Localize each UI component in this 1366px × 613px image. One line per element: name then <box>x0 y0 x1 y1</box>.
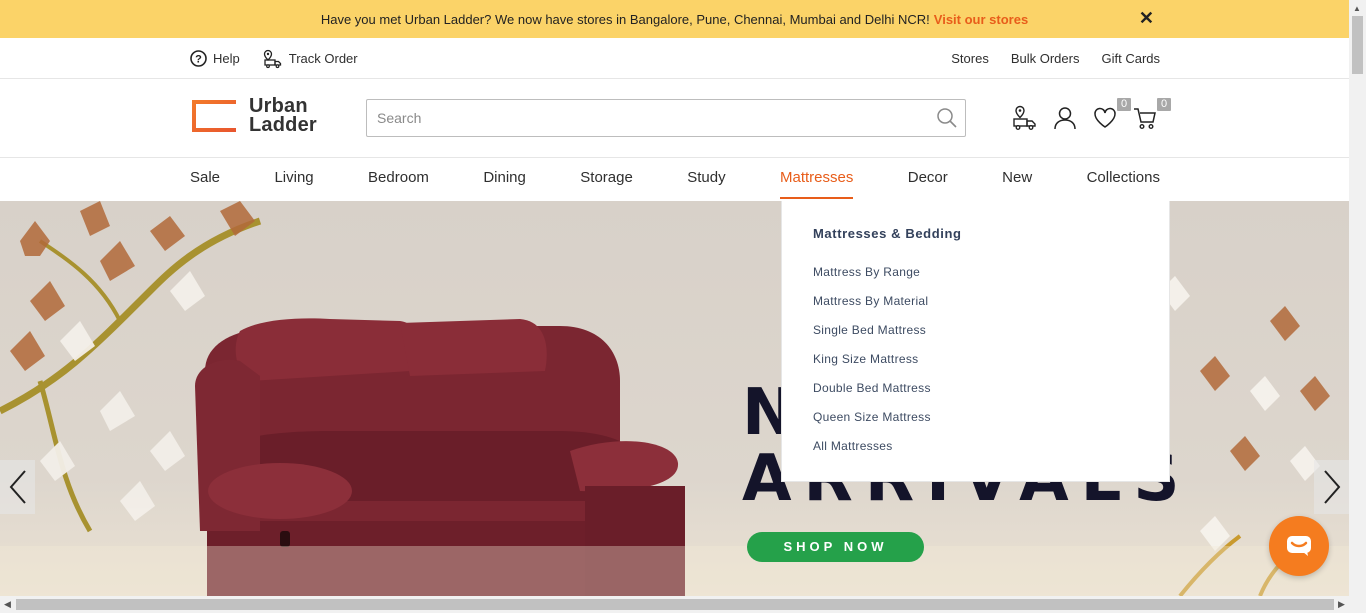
dropdown-item-double-bed-mattress[interactable]: Double Bed Mattress <box>813 380 931 409</box>
dropdown-item-mattress-by-range[interactable]: Mattress By Range <box>813 264 931 293</box>
user-icon <box>1054 107 1076 130</box>
nav-item-bedroom[interactable]: Bedroom <box>368 158 429 201</box>
nav-item-sale[interactable]: Sale <box>190 158 220 201</box>
search-icon[interactable] <box>936 107 958 129</box>
scroll-left-arrow-icon[interactable]: ◀ <box>4 599 11 610</box>
nav-item-mattresses[interactable]: Mattresses <box>779 158 854 201</box>
track-order-icon <box>263 49 281 68</box>
heart-icon <box>1094 107 1116 128</box>
help-label: Help <box>213 50 240 66</box>
search-box <box>366 99 966 137</box>
page: Have you met Urban Ladder? We now have s… <box>0 0 1366 613</box>
header: Urban Ladder 0 0 <box>0 79 1349 158</box>
dropdown-item-single-bed-mattress[interactable]: Single Bed Mattress <box>813 322 931 351</box>
nav-item-new[interactable]: New <box>1002 158 1032 201</box>
carousel-next-button[interactable] <box>1314 460 1349 514</box>
mattresses-dropdown: Mattresses & Bedding Mattress By Range M… <box>781 201 1170 482</box>
chat-icon <box>1287 536 1311 556</box>
logo-icon <box>192 100 236 132</box>
horizontal-scroll-thumb[interactable] <box>16 599 1334 610</box>
carousel-prev-button[interactable] <box>0 460 35 514</box>
delivery-button[interactable] <box>1012 105 1038 131</box>
cart-count-badge: 0 <box>1157 98 1171 111</box>
dropdown-heading[interactable]: Mattresses & Bedding <box>813 226 962 241</box>
nav-item-decor[interactable]: Decor <box>908 158 948 201</box>
cart-button[interactable]: 0 <box>1132 98 1171 131</box>
announcement-bar: Have you met Urban Ladder? We now have s… <box>0 0 1349 38</box>
account-button[interactable] <box>1052 105 1078 131</box>
stores-link[interactable]: Stores <box>951 51 989 66</box>
wishlist-button[interactable]: 0 <box>1092 98 1131 131</box>
brand-line2: Ladder <box>249 114 317 136</box>
chat-button[interactable] <box>1269 516 1329 576</box>
vertical-scroll-thumb[interactable] <box>1352 16 1363 74</box>
dropdown-item-queen-size-mattress[interactable]: Queen Size Mattress <box>813 409 931 438</box>
delivery-truck-icon <box>1013 105 1036 130</box>
announcement-text: Have you met Urban Ladder? We now have s… <box>320 11 930 27</box>
main-nav: Sale Living Bedroom Dining Storage Study… <box>0 158 1349 201</box>
header-icons: 0 0 <box>1012 98 1171 131</box>
brand-logo[interactable]: Urban Ladder <box>190 96 317 136</box>
wishlist-count-badge: 0 <box>1117 98 1131 111</box>
chevron-right-icon <box>1323 470 1340 504</box>
chevron-left-icon <box>9 470 26 504</box>
hero-bottom-band <box>0 546 1349 596</box>
nav-item-storage[interactable]: Storage <box>580 158 633 201</box>
nav-item-living[interactable]: Living <box>274 158 313 201</box>
cart-icon <box>1134 108 1156 130</box>
track-order-label: Track Order <box>288 50 358 66</box>
close-icon[interactable]: ✕ <box>1139 9 1154 27</box>
search-input[interactable] <box>367 100 965 136</box>
track-order-link[interactable]: Track Order <box>262 48 358 69</box>
vertical-scrollbar[interactable]: ▲ <box>1349 0 1366 596</box>
scroll-right-arrow-icon[interactable]: ▶ <box>1338 599 1345 610</box>
help-icon: ? <box>190 49 207 67</box>
nav-item-collections[interactable]: Collections <box>1087 158 1160 201</box>
nav-item-study[interactable]: Study <box>687 158 725 201</box>
bulk-orders-link[interactable]: Bulk Orders <box>1011 51 1080 66</box>
gift-cards-link[interactable]: Gift Cards <box>1101 51 1160 66</box>
dropdown-item-all-mattresses[interactable]: All Mattresses <box>813 438 931 467</box>
nav-item-dining[interactable]: Dining <box>483 158 526 201</box>
svg-text:?: ? <box>195 53 202 65</box>
dropdown-item-mattress-by-material[interactable]: Mattress By Material <box>813 293 931 322</box>
help-link[interactable]: ? Help <box>190 49 240 67</box>
visit-stores-link[interactable]: Visit our stores <box>934 12 1028 27</box>
shop-now-button[interactable]: SHOP NOW <box>747 532 924 562</box>
utility-bar: ? Help Track Order Stores Bulk Orders Gi… <box>0 38 1349 79</box>
dropdown-item-king-size-mattress[interactable]: King Size Mattress <box>813 351 931 380</box>
scroll-up-arrow-icon[interactable]: ▲ <box>1353 4 1361 13</box>
horizontal-scrollbar[interactable]: ◀ ▶ <box>0 596 1366 613</box>
